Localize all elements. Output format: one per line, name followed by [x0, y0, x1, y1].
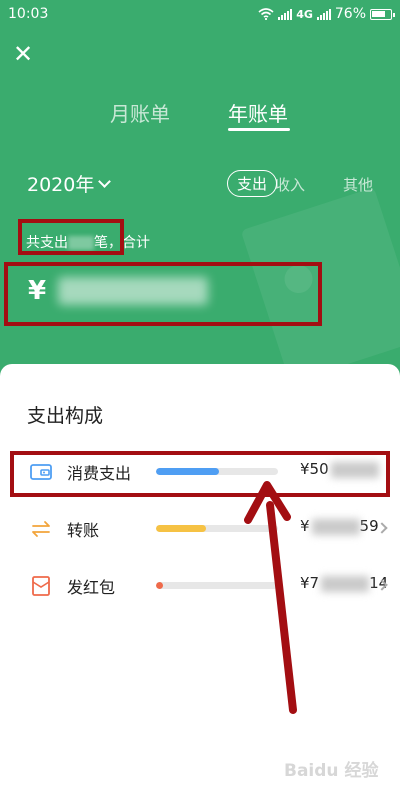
breakdown-card: 支出构成 消费支出 ¥50 转账 ¥59 发红包 ¥7 14 [0, 364, 400, 800]
red-envelope-icon [32, 576, 50, 596]
chevron-down-icon [98, 174, 112, 188]
wifi-icon [258, 8, 274, 20]
watermark: Baidu 经验 [284, 761, 379, 781]
row-amount-prefix: ¥7 [300, 574, 320, 592]
row-amount: ¥59 [300, 517, 379, 535]
breakdown-row-transfer[interactable]: 转账 ¥59 [0, 509, 400, 549]
row-amount-prefix: ¥ [300, 517, 310, 535]
filter-other[interactable]: 其他 [334, 172, 382, 197]
share-bar [156, 582, 278, 589]
signal-icon-2 [316, 8, 331, 20]
annotation-box-row [10, 451, 390, 497]
tab-yearly-bill[interactable]: 年账单 [228, 98, 288, 127]
annotation-box-amount [4, 262, 322, 326]
redacted-amount [311, 518, 360, 535]
filter-income[interactable]: 收入 [266, 172, 314, 197]
year-label: 2020年 [27, 174, 95, 196]
breakdown-title: 支出构成 [27, 405, 104, 427]
row-amount: ¥7 14 [300, 574, 388, 592]
header-panel: 10:03 4G 76% ✕ 月账单 年账单 2020年 支出 收入 其他 共支… [0, 0, 400, 390]
battery-percent: 76% [334, 6, 366, 22]
status-bar: 10:03 4G 76% [0, 0, 400, 30]
bill-tabs: 月账单 年账单 [0, 98, 400, 138]
share-bar-fill [156, 525, 207, 532]
year-selector[interactable]: 2020年 [27, 170, 112, 197]
transfer-icon [32, 521, 50, 537]
redacted-amount [321, 575, 370, 592]
row-label: 转账 [67, 521, 100, 540]
status-right: 4G 76% [258, 6, 395, 22]
battery-icon [370, 8, 395, 20]
share-bar [156, 525, 278, 532]
close-icon[interactable]: ✕ [12, 42, 34, 66]
active-tab-indicator [228, 128, 290, 131]
breakdown-row-red-envelope[interactable]: 发红包 ¥7 14 [0, 566, 400, 606]
tab-monthly-bill[interactable]: 月账单 [110, 98, 170, 127]
row-amount-suffix: 59 [359, 517, 379, 535]
status-time: 10:03 [8, 6, 49, 22]
share-bar-fill [156, 582, 164, 589]
network-type: 4G [296, 7, 313, 21]
annotation-box-summary [18, 219, 124, 255]
signal-icon [278, 8, 293, 20]
battery-fill [372, 10, 385, 17]
row-label: 发红包 [67, 578, 116, 597]
